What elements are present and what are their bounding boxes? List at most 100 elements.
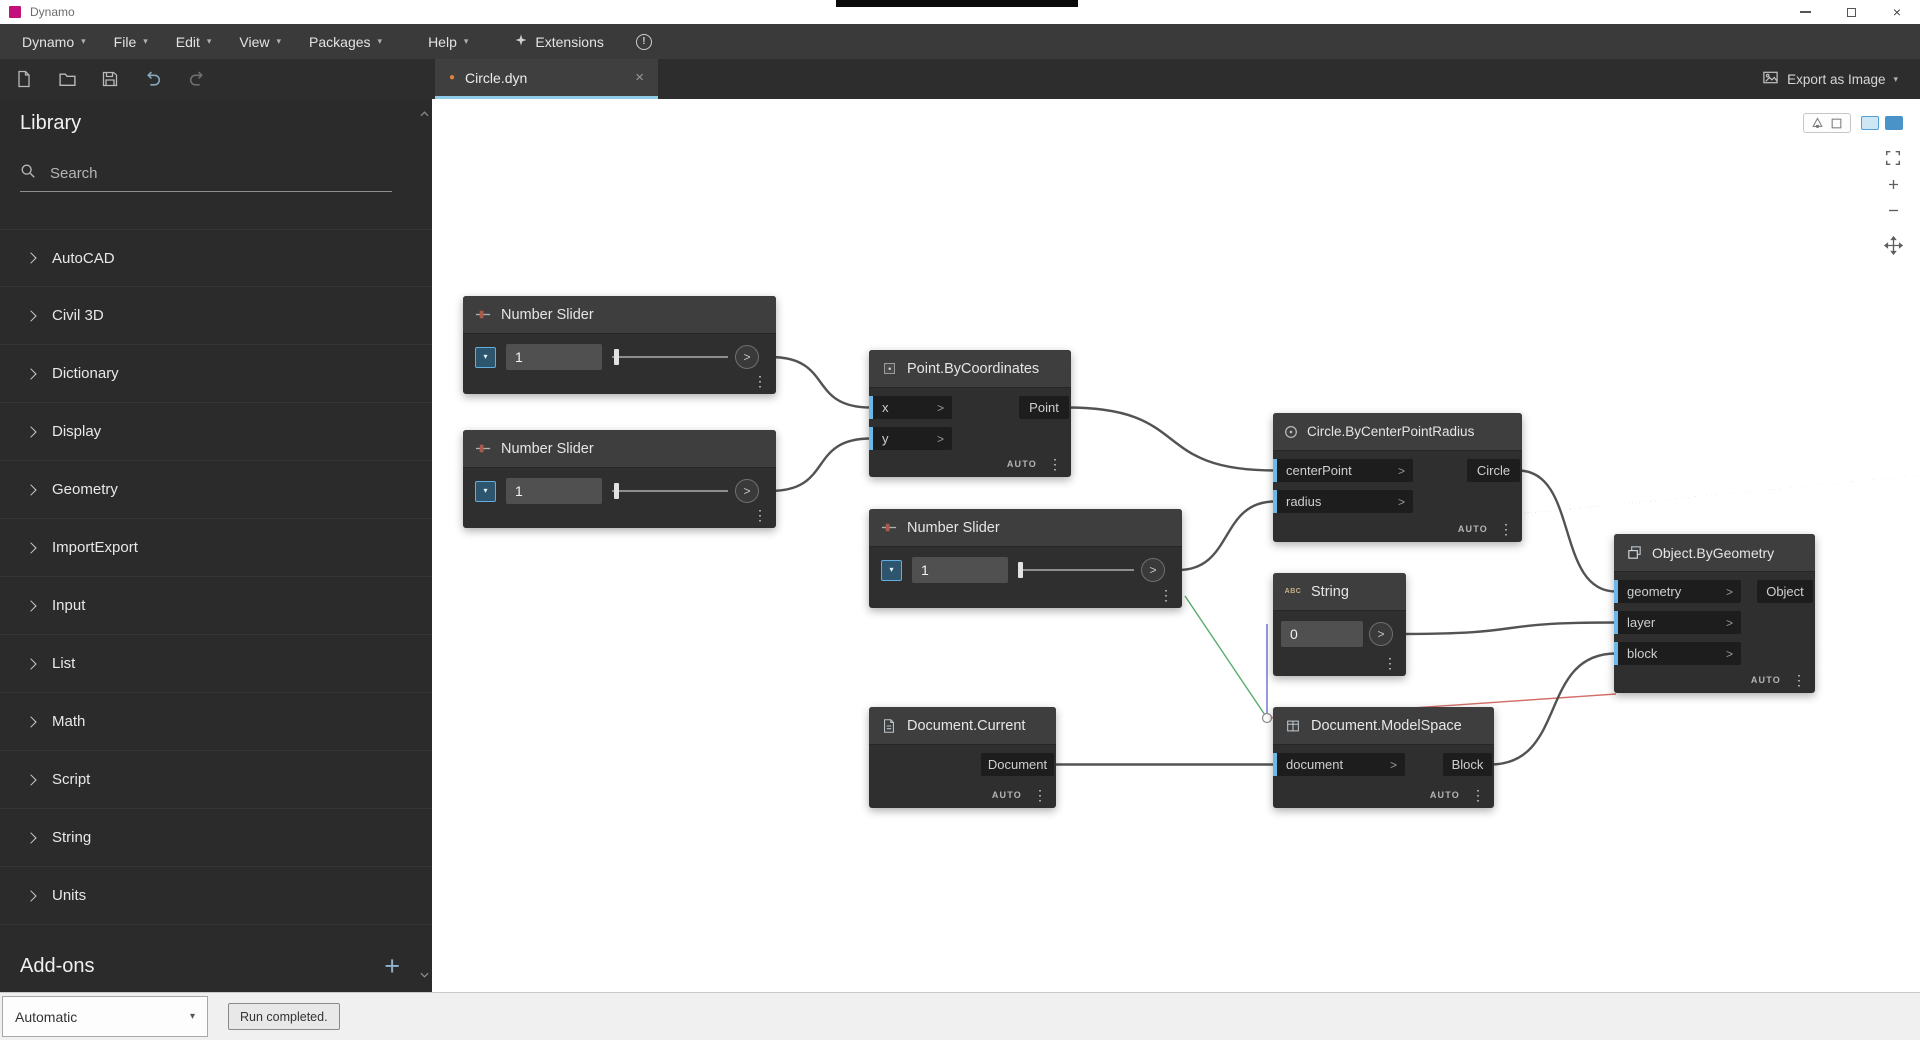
output-port-document[interactable]: Document bbox=[981, 753, 1054, 776]
library-item-display[interactable]: Display bbox=[0, 403, 432, 461]
lacing-label[interactable]: AUTO bbox=[1458, 524, 1488, 534]
lacing-label[interactable]: AUTO bbox=[1007, 459, 1037, 469]
output-port-point[interactable]: Point bbox=[1019, 396, 1069, 419]
input-port-radius[interactable]: radius> bbox=[1273, 490, 1413, 513]
save-button[interactable] bbox=[100, 69, 120, 89]
notifications-icon[interactable]: ! bbox=[636, 34, 652, 50]
output-port[interactable]: > bbox=[735, 479, 759, 503]
input-port-geometry[interactable]: geometry> bbox=[1614, 580, 1741, 603]
wire[interactable] bbox=[1067, 408, 1275, 471]
node-menu-icon[interactable]: ⋮ bbox=[1792, 673, 1806, 687]
lacing-label[interactable]: AUTO bbox=[1430, 790, 1460, 800]
wire[interactable] bbox=[1402, 623, 1616, 635]
output-port[interactable]: > bbox=[735, 345, 759, 369]
node-menu-icon[interactable]: ⋮ bbox=[753, 508, 767, 522]
lacing-label[interactable]: AUTO bbox=[1751, 675, 1781, 685]
node-menu-icon[interactable]: ⋮ bbox=[1471, 788, 1485, 802]
close-button[interactable]: × bbox=[1874, 0, 1920, 24]
scroll-up-icon[interactable] bbox=[419, 111, 429, 117]
menu-file[interactable]: File▾ bbox=[100, 24, 162, 59]
undo-button[interactable] bbox=[143, 69, 163, 89]
slider-handle[interactable] bbox=[614, 483, 619, 499]
menu-help[interactable]: Help▾ bbox=[414, 24, 482, 59]
maximize-button[interactable] bbox=[1828, 0, 1874, 24]
library-item-list[interactable]: List bbox=[0, 635, 432, 693]
library-item-script[interactable]: Script bbox=[0, 751, 432, 809]
node-menu-icon[interactable]: ⋮ bbox=[1033, 788, 1047, 802]
slider-track[interactable] bbox=[612, 356, 728, 358]
add-package-button[interactable]: + bbox=[384, 953, 400, 980]
menu-view[interactable]: View▾ bbox=[225, 24, 295, 59]
node-menu-icon[interactable]: ⋮ bbox=[753, 374, 767, 388]
slider-options-dropdown[interactable]: ▾ bbox=[881, 560, 902, 581]
node-string[interactable]: ABC String 0 > ⋮ bbox=[1273, 573, 1406, 676]
scroll-down-icon[interactable] bbox=[419, 972, 429, 978]
menu-extensions[interactable]: Extensions bbox=[500, 24, 617, 59]
wire[interactable] bbox=[1178, 502, 1275, 571]
slider-track[interactable] bbox=[612, 490, 728, 492]
library-item-geometry[interactable]: Geometry bbox=[0, 461, 432, 519]
wire[interactable] bbox=[770, 439, 871, 492]
node-menu-icon[interactable]: ⋮ bbox=[1499, 522, 1513, 536]
output-port-object[interactable]: Object bbox=[1757, 580, 1813, 603]
new-file-button[interactable] bbox=[14, 69, 34, 89]
input-port-y[interactable]: y> bbox=[869, 427, 952, 450]
zoom-fit-button[interactable] bbox=[1882, 147, 1904, 169]
slider-value-input[interactable]: 1 bbox=[912, 557, 1008, 583]
zoom-in-button[interactable] bbox=[1882, 173, 1904, 195]
slider-options-dropdown[interactable]: ▾ bbox=[475, 347, 496, 368]
library-item-civil3d[interactable]: Civil 3D bbox=[0, 287, 432, 345]
library-item-units[interactable]: Units bbox=[0, 867, 432, 925]
background-3d-toggle-icon[interactable] bbox=[1861, 116, 1879, 130]
minimize-button[interactable] bbox=[1782, 0, 1828, 24]
lacing-label[interactable]: AUTO bbox=[992, 790, 1022, 800]
string-value-input[interactable]: 0 bbox=[1281, 621, 1363, 647]
node-number-slider-2[interactable]: Number Slider ▾ 1 > ⋮ bbox=[463, 430, 776, 528]
node-document-current[interactable]: Document.Current Document AUTO⋮ bbox=[869, 707, 1056, 808]
input-port-x[interactable]: x> bbox=[869, 396, 952, 419]
node-number-slider-3[interactable]: Number Slider ▾ 1 > ⋮ bbox=[869, 509, 1182, 608]
redo-button[interactable] bbox=[186, 69, 206, 89]
node-circle-bycenterpointradius[interactable]: Circle.ByCenterPointRadius centerPoint> … bbox=[1273, 413, 1522, 542]
wire[interactable] bbox=[1518, 471, 1616, 592]
graph-canvas[interactable]: Number Slider ▾ 1 > ⋮ Number Slider ▾ 1 … bbox=[432, 99, 1920, 992]
slider-options-dropdown[interactable]: ▾ bbox=[475, 481, 496, 502]
output-port[interactable]: > bbox=[1141, 558, 1165, 582]
library-search[interactable] bbox=[20, 155, 392, 192]
search-input[interactable] bbox=[48, 164, 348, 183]
node-menu-icon[interactable]: ⋮ bbox=[1048, 457, 1062, 471]
slider-handle[interactable] bbox=[1018, 562, 1023, 578]
open-file-button[interactable] bbox=[57, 69, 77, 89]
menu-packages[interactable]: Packages▾ bbox=[295, 24, 396, 59]
library-item-string[interactable]: String bbox=[0, 809, 432, 867]
graph-view-toggle[interactable] bbox=[1860, 113, 1904, 133]
output-port[interactable]: > bbox=[1369, 622, 1393, 646]
menu-dynamo[interactable]: Dynamo▾ bbox=[8, 24, 100, 59]
run-mode-select[interactable]: Automatic ▾ bbox=[2, 996, 208, 1037]
graph-view-toggle-icon[interactable] bbox=[1885, 116, 1903, 130]
slider-track[interactable] bbox=[1018, 569, 1134, 571]
library-item-math[interactable]: Math bbox=[0, 693, 432, 751]
node-menu-icon[interactable]: ⋮ bbox=[1383, 656, 1397, 670]
pan-button[interactable] bbox=[1882, 234, 1904, 256]
output-port-block[interactable]: Block bbox=[1443, 753, 1492, 776]
wire[interactable] bbox=[770, 357, 871, 408]
slider-value-input[interactable]: 1 bbox=[506, 344, 602, 370]
input-port-block[interactable]: block> bbox=[1614, 642, 1741, 665]
library-item-input[interactable]: Input bbox=[0, 577, 432, 635]
library-item-dictionary[interactable]: Dictionary bbox=[0, 345, 432, 403]
node-menu-icon[interactable]: ⋮ bbox=[1159, 588, 1173, 602]
node-number-slider-1[interactable]: Number Slider ▾ 1 > ⋮ bbox=[463, 296, 776, 394]
library-item-autocad[interactable]: AutoCAD bbox=[0, 229, 432, 287]
tab-close-icon[interactable]: × bbox=[635, 70, 644, 85]
slider-handle[interactable] bbox=[614, 349, 619, 365]
node-document-modelspace[interactable]: Document.ModelSpace document> Block AUTO… bbox=[1273, 707, 1494, 808]
node-object-bygeometry[interactable]: Object.ByGeometry geometry> Object layer… bbox=[1614, 534, 1815, 693]
tab-circle-dyn[interactable]: ● Circle.dyn × bbox=[435, 59, 658, 99]
input-port-centerpoint[interactable]: centerPoint> bbox=[1273, 459, 1413, 482]
input-port-document[interactable]: document> bbox=[1273, 753, 1405, 776]
output-port-circle[interactable]: Circle bbox=[1467, 459, 1520, 482]
node-point-bycoordinates[interactable]: Point.ByCoordinates x> Point y> AUTO⋮ bbox=[869, 350, 1071, 477]
export-as-image-button[interactable]: Export as Image ▾ bbox=[1762, 59, 1898, 99]
wire[interactable] bbox=[1490, 654, 1616, 765]
